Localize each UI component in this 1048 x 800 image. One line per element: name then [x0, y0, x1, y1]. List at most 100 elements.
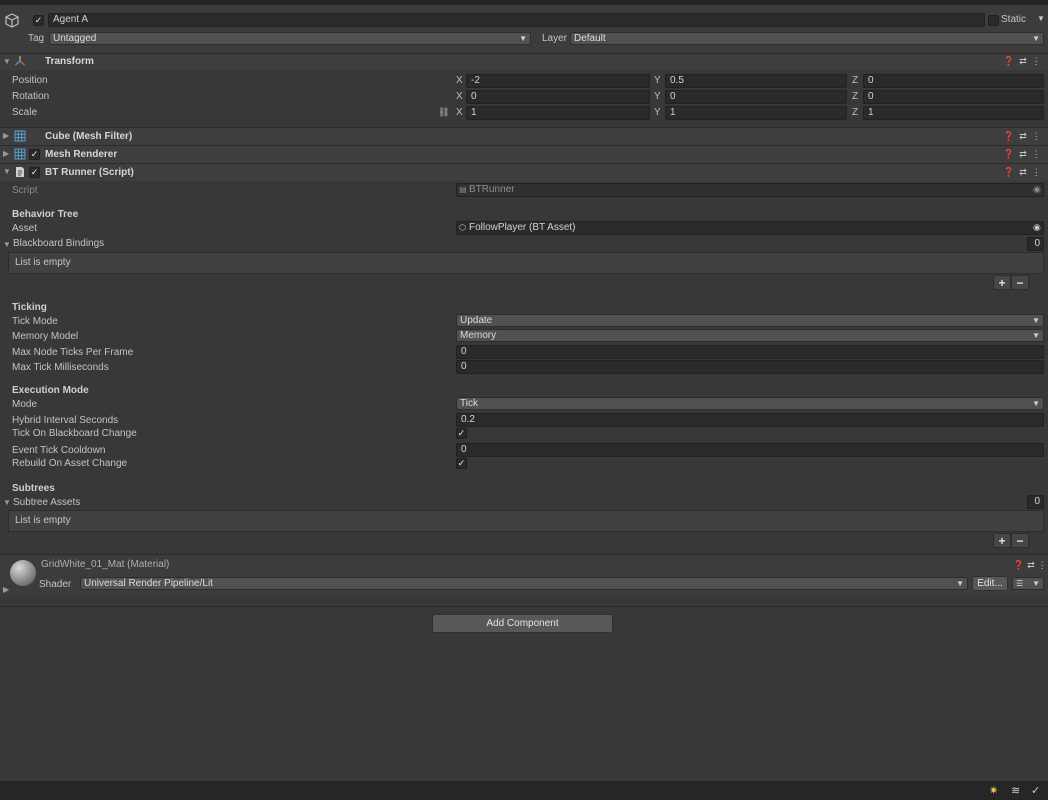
axis-z-label: Z	[852, 107, 859, 118]
add-binding-button[interactable]: +	[993, 275, 1011, 290]
subtree-assets-list: List is empty	[8, 510, 1044, 532]
material-header-icons: ❓⇄⋮	[1013, 560, 1048, 571]
foldout-expanded-icon[interactable]: ▼	[3, 57, 11, 66]
axis-z-label: Z	[852, 91, 859, 102]
add-subtree-button[interactable]: +	[993, 533, 1011, 548]
list-empty-text: List is empty	[15, 257, 71, 268]
behavior-tree-header: Behavior Tree	[12, 209, 79, 220]
script-label: Script	[12, 185, 38, 196]
presets-icon[interactable]: ⇄	[1019, 131, 1032, 141]
transform-title: Transform	[45, 56, 94, 67]
chevron-down-icon: ▼	[1032, 579, 1040, 588]
shader-value: Universal Render Pipeline/Lit	[84, 578, 213, 589]
kebab-menu-icon[interactable]: ⋮	[1032, 131, 1046, 141]
scale-y-field[interactable]: 1	[665, 106, 847, 120]
help-icon[interactable]: ❓	[1003, 167, 1019, 177]
tag-dropdown[interactable]: Untagged ▼	[49, 32, 531, 45]
layer-dropdown[interactable]: Default ▼	[570, 32, 1044, 45]
hybrid-interval-field[interactable]: 0.2	[456, 413, 1044, 427]
edit-shader-button[interactable]: Edit...	[972, 576, 1008, 591]
foldout-collapsed-icon[interactable]: ▶	[3, 131, 9, 140]
presets-icon[interactable]: ⇄	[1019, 149, 1032, 159]
event-tick-cooldown-field[interactable]: 0	[456, 443, 1044, 457]
presets-icon[interactable]: ⇄	[1019, 56, 1032, 66]
rotation-x-field[interactable]: 0	[466, 90, 650, 104]
presets-icon[interactable]: ⇄	[1019, 167, 1032, 177]
script-icon	[15, 166, 25, 178]
remove-subtree-button[interactable]: −	[1011, 533, 1029, 548]
mesh-renderer-header[interactable]	[0, 145, 1048, 163]
axis-x-label: X	[456, 91, 463, 102]
blackboard-bindings-count[interactable]: 0	[1027, 237, 1044, 251]
scale-label: Scale	[12, 107, 38, 118]
lighting-icon[interactable]: ✷	[989, 784, 998, 797]
script-field: BTRunner	[456, 183, 1044, 197]
shader-options-dropdown[interactable]: ☰ ▼	[1012, 577, 1044, 590]
mesh-filter-header-icons: ❓⇄⋮	[1003, 131, 1046, 142]
kebab-menu-icon[interactable]: ⋮	[1032, 149, 1046, 159]
help-icon[interactable]: ❓	[1003, 56, 1019, 66]
tick-on-blackboard-checkbox[interactable]: ✓	[456, 428, 467, 439]
constrain-proportions-icon[interactable]: ⛓	[438, 107, 449, 118]
memory-model-label: Memory Model	[12, 331, 79, 342]
mesh-renderer-icon	[14, 148, 26, 160]
mesh-renderer-title: Mesh Renderer	[45, 149, 118, 160]
foldout-expanded-icon[interactable]: ▼	[3, 240, 11, 249]
help-icon[interactable]: ❓	[1013, 560, 1027, 570]
max-node-ticks-field[interactable]: 0	[456, 345, 1044, 359]
mesh-renderer-enabled-checkbox[interactable]: ✓	[29, 149, 40, 160]
rotation-z-field[interactable]: 0	[863, 90, 1044, 104]
static-label: Static	[1001, 14, 1027, 25]
position-label: Position	[12, 75, 48, 86]
mode-label: Mode	[12, 399, 38, 410]
object-picker-icon[interactable]: ◉	[1033, 222, 1041, 233]
static-checkbox[interactable]	[988, 15, 999, 26]
shader-dropdown[interactable]: Universal Render Pipeline/Lit ▼	[80, 577, 968, 590]
position-y-field[interactable]: 0.5	[665, 74, 847, 88]
help-icon[interactable]: ❓	[1003, 149, 1019, 159]
axis-x-label: X	[456, 75, 463, 86]
subtree-assets-count[interactable]: 0	[1027, 495, 1044, 509]
memory-model-dropdown[interactable]: Memory ▼	[456, 329, 1044, 342]
mesh-renderer-header-icons: ❓⇄⋮	[1003, 149, 1046, 160]
kebab-menu-icon[interactable]: ⋮	[1032, 167, 1046, 177]
event-tick-cooldown-label: Event Tick Cooldown	[12, 445, 106, 456]
chevron-down-icon: ▼	[1032, 331, 1040, 340]
bt-runner-header[interactable]	[0, 163, 1048, 181]
rotation-y-field[interactable]: 0	[665, 90, 847, 104]
rebuild-on-asset-change-checkbox[interactable]: ✓	[456, 458, 467, 469]
transform-header-icons: ❓⇄⋮	[1003, 56, 1046, 67]
scale-x-field[interactable]: 1	[466, 106, 650, 120]
axis-y-label: Y	[654, 75, 661, 86]
asset-field[interactable]: FollowPlayer (BT Asset)	[456, 221, 1044, 235]
bt-runner-enabled-checkbox[interactable]: ✓	[29, 167, 40, 178]
tag-value: Untagged	[53, 33, 97, 44]
foldout-expanded-icon[interactable]: ▼	[3, 167, 11, 176]
add-component-button[interactable]: Add Component	[432, 614, 613, 633]
position-z-field[interactable]: 0	[863, 74, 1044, 88]
layer-label: Layer	[542, 33, 568, 44]
presets-icon[interactable]: ⇄	[1027, 560, 1038, 570]
position-x-field[interactable]: -2	[466, 74, 650, 88]
cache-server-icon[interactable]: ≋	[1011, 784, 1020, 797]
foldout-expanded-icon[interactable]: ▼	[3, 498, 11, 507]
mode-value: Tick	[460, 398, 478, 409]
transform-header[interactable]	[0, 53, 1048, 70]
progress-check-icon[interactable]: ✓	[1031, 784, 1040, 797]
script-value: BTRunner	[469, 184, 515, 195]
scale-z-field[interactable]: 1	[863, 106, 1044, 120]
help-icon[interactable]: ❓	[1003, 131, 1019, 141]
remove-binding-button[interactable]: −	[1011, 275, 1029, 290]
foldout-collapsed-icon[interactable]: ▶	[3, 149, 9, 158]
active-checkbox[interactable]: ✓	[33, 15, 44, 26]
kebab-menu-icon[interactable]: ⋮	[1038, 560, 1048, 570]
object-name-field[interactable]: Agent A	[48, 13, 985, 27]
foldout-collapsed-icon[interactable]: ▶	[3, 585, 9, 594]
kebab-menu-icon[interactable]: ⋮	[1032, 56, 1046, 66]
tick-mode-dropdown[interactable]: Update ▼	[456, 314, 1044, 327]
hybrid-interval-label: Hybrid Interval Seconds	[12, 415, 119, 426]
static-dropdown-arrow[interactable]: ▼	[1037, 14, 1045, 23]
mode-dropdown[interactable]: Tick ▼	[456, 397, 1044, 410]
max-tick-ms-field[interactable]: 0	[456, 360, 1044, 374]
mesh-filter-header[interactable]	[0, 127, 1048, 145]
